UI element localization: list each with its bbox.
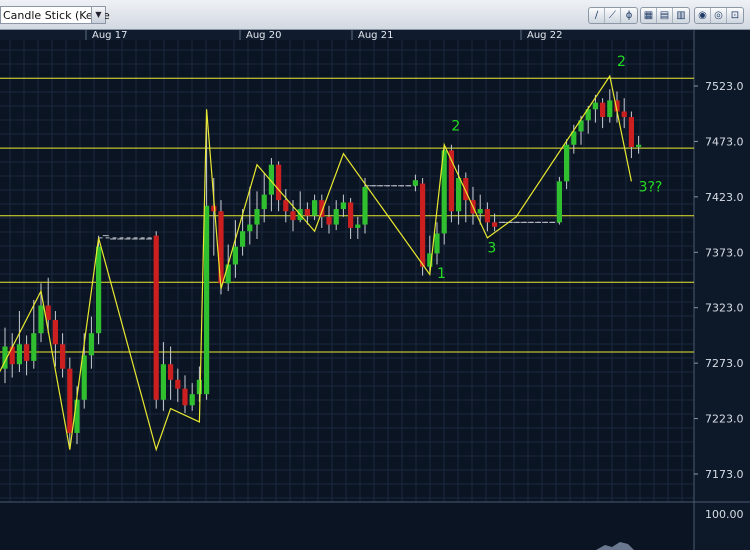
candle-up bbox=[16, 344, 22, 365]
candle-up bbox=[38, 305, 44, 334]
candle-down bbox=[153, 235, 159, 400]
candle-up bbox=[196, 379, 202, 395]
candle-down bbox=[304, 209, 310, 216]
candle-down bbox=[420, 183, 426, 267]
price-tick-label: 7173.0 bbox=[705, 468, 744, 481]
layout-icon[interactable]: ▥ bbox=[673, 8, 689, 23]
wave-label: 2 bbox=[451, 118, 460, 134]
candle-up bbox=[204, 205, 210, 395]
wave-label: 3 bbox=[487, 240, 496, 256]
date-label: Aug 20 bbox=[246, 30, 281, 41]
candle-up bbox=[96, 246, 102, 334]
table-icon[interactable]: ▤ bbox=[657, 8, 673, 23]
candle-down bbox=[175, 379, 181, 389]
candle-down bbox=[463, 178, 469, 201]
candle-down bbox=[326, 216, 332, 225]
candle-up bbox=[261, 194, 267, 210]
candle-up bbox=[254, 209, 260, 225]
candle-up bbox=[81, 355, 87, 400]
ray-icon[interactable]: ⟋ bbox=[605, 8, 621, 23]
drawing-tools-group: ∕ ⟋ ϕ bbox=[588, 7, 638, 24]
candle-down bbox=[621, 111, 627, 118]
candle-down bbox=[52, 319, 58, 345]
date-label: Aug 17 bbox=[92, 30, 127, 41]
candle-up bbox=[362, 186, 368, 225]
candle-up bbox=[225, 264, 231, 284]
candle-down bbox=[168, 364, 174, 380]
price-tick-label: 7323.0 bbox=[705, 302, 744, 315]
price-tick-label: 7373.0 bbox=[705, 246, 744, 259]
candle-up bbox=[355, 224, 361, 228]
candle-up bbox=[412, 180, 418, 186]
candle-down bbox=[600, 102, 606, 118]
candle-up bbox=[31, 333, 37, 361]
candle-down bbox=[24, 344, 30, 361]
candle-down bbox=[9, 346, 15, 365]
candle-down bbox=[67, 368, 73, 433]
settings-icon[interactable]: ◉ bbox=[695, 8, 711, 23]
chart-window: Candle Stick (Kerze ▼ ∕ ⟋ ϕ ▦ ▤ ▥ ◉ ◎ ⊡ … bbox=[0, 0, 750, 550]
chevron-down-icon[interactable]: ▼ bbox=[91, 7, 105, 23]
candle-up bbox=[333, 209, 339, 225]
candle-up bbox=[88, 333, 94, 356]
candle-up bbox=[74, 399, 80, 433]
wave-label: 2 bbox=[617, 54, 626, 70]
grid-icon[interactable]: ▦ bbox=[641, 8, 657, 23]
candle-down bbox=[182, 388, 188, 406]
candle-down bbox=[484, 209, 490, 223]
candle-down bbox=[276, 164, 282, 201]
candlestick-chart[interactable]: Aug 17 Aug 20 Aug 21 Aug 22 7523.0 7473.0 7423… bbox=[0, 30, 750, 550]
price-tick-label: 7523.0 bbox=[705, 80, 744, 93]
wave-label: 3?? bbox=[639, 179, 663, 195]
trendline-icon[interactable]: ∕ bbox=[589, 8, 605, 23]
candle-up bbox=[564, 144, 570, 182]
export-icon[interactable]: ⊡ bbox=[727, 8, 743, 23]
candle-down bbox=[628, 117, 634, 147]
chart-options-group: ◉ ◎ ⊡ bbox=[694, 7, 744, 24]
view-tools-group: ▦ ▤ ▥ bbox=[640, 7, 690, 24]
candle-down bbox=[492, 222, 498, 227]
candle-up bbox=[247, 224, 253, 232]
candle-up bbox=[340, 202, 346, 210]
candle-up bbox=[232, 246, 238, 265]
candle-up bbox=[477, 209, 483, 214]
date-label: Aug 21 bbox=[358, 30, 393, 41]
candle-down bbox=[348, 202, 354, 228]
price-tick-label: 7423.0 bbox=[705, 191, 744, 204]
candle-up bbox=[607, 100, 613, 118]
candle-down bbox=[60, 344, 66, 369]
price-tick-label: 7473.0 bbox=[705, 135, 744, 148]
date-label: Aug 22 bbox=[527, 30, 562, 41]
wave-label: 1 bbox=[437, 266, 446, 282]
chart-toolbar: Candle Stick (Kerze ▼ ∕ ⟋ ϕ ▦ ▤ ▥ ◉ ◎ ⊡ bbox=[0, 0, 750, 30]
candle-up bbox=[160, 364, 166, 400]
zoom-icon[interactable]: ◎ bbox=[711, 8, 727, 23]
lower-panel-tick-label: 100.00 bbox=[705, 508, 744, 521]
candle-up bbox=[636, 144, 642, 147]
candle-up bbox=[240, 231, 246, 247]
candle-up bbox=[189, 394, 195, 406]
candle-up bbox=[592, 102, 598, 110]
price-tick-label: 7223.0 bbox=[705, 413, 744, 426]
candle-up bbox=[434, 233, 440, 254]
candle-up bbox=[456, 178, 462, 212]
candle-up bbox=[312, 200, 318, 216]
candle-up bbox=[556, 181, 562, 223]
candle-down bbox=[283, 200, 289, 212]
fibonacci-icon[interactable]: ϕ bbox=[621, 8, 637, 23]
chart-type-select[interactable]: Candle Stick (Kerze ▼ bbox=[0, 6, 110, 24]
price-tick-label: 7273.0 bbox=[705, 357, 744, 370]
candle-down bbox=[290, 211, 296, 221]
